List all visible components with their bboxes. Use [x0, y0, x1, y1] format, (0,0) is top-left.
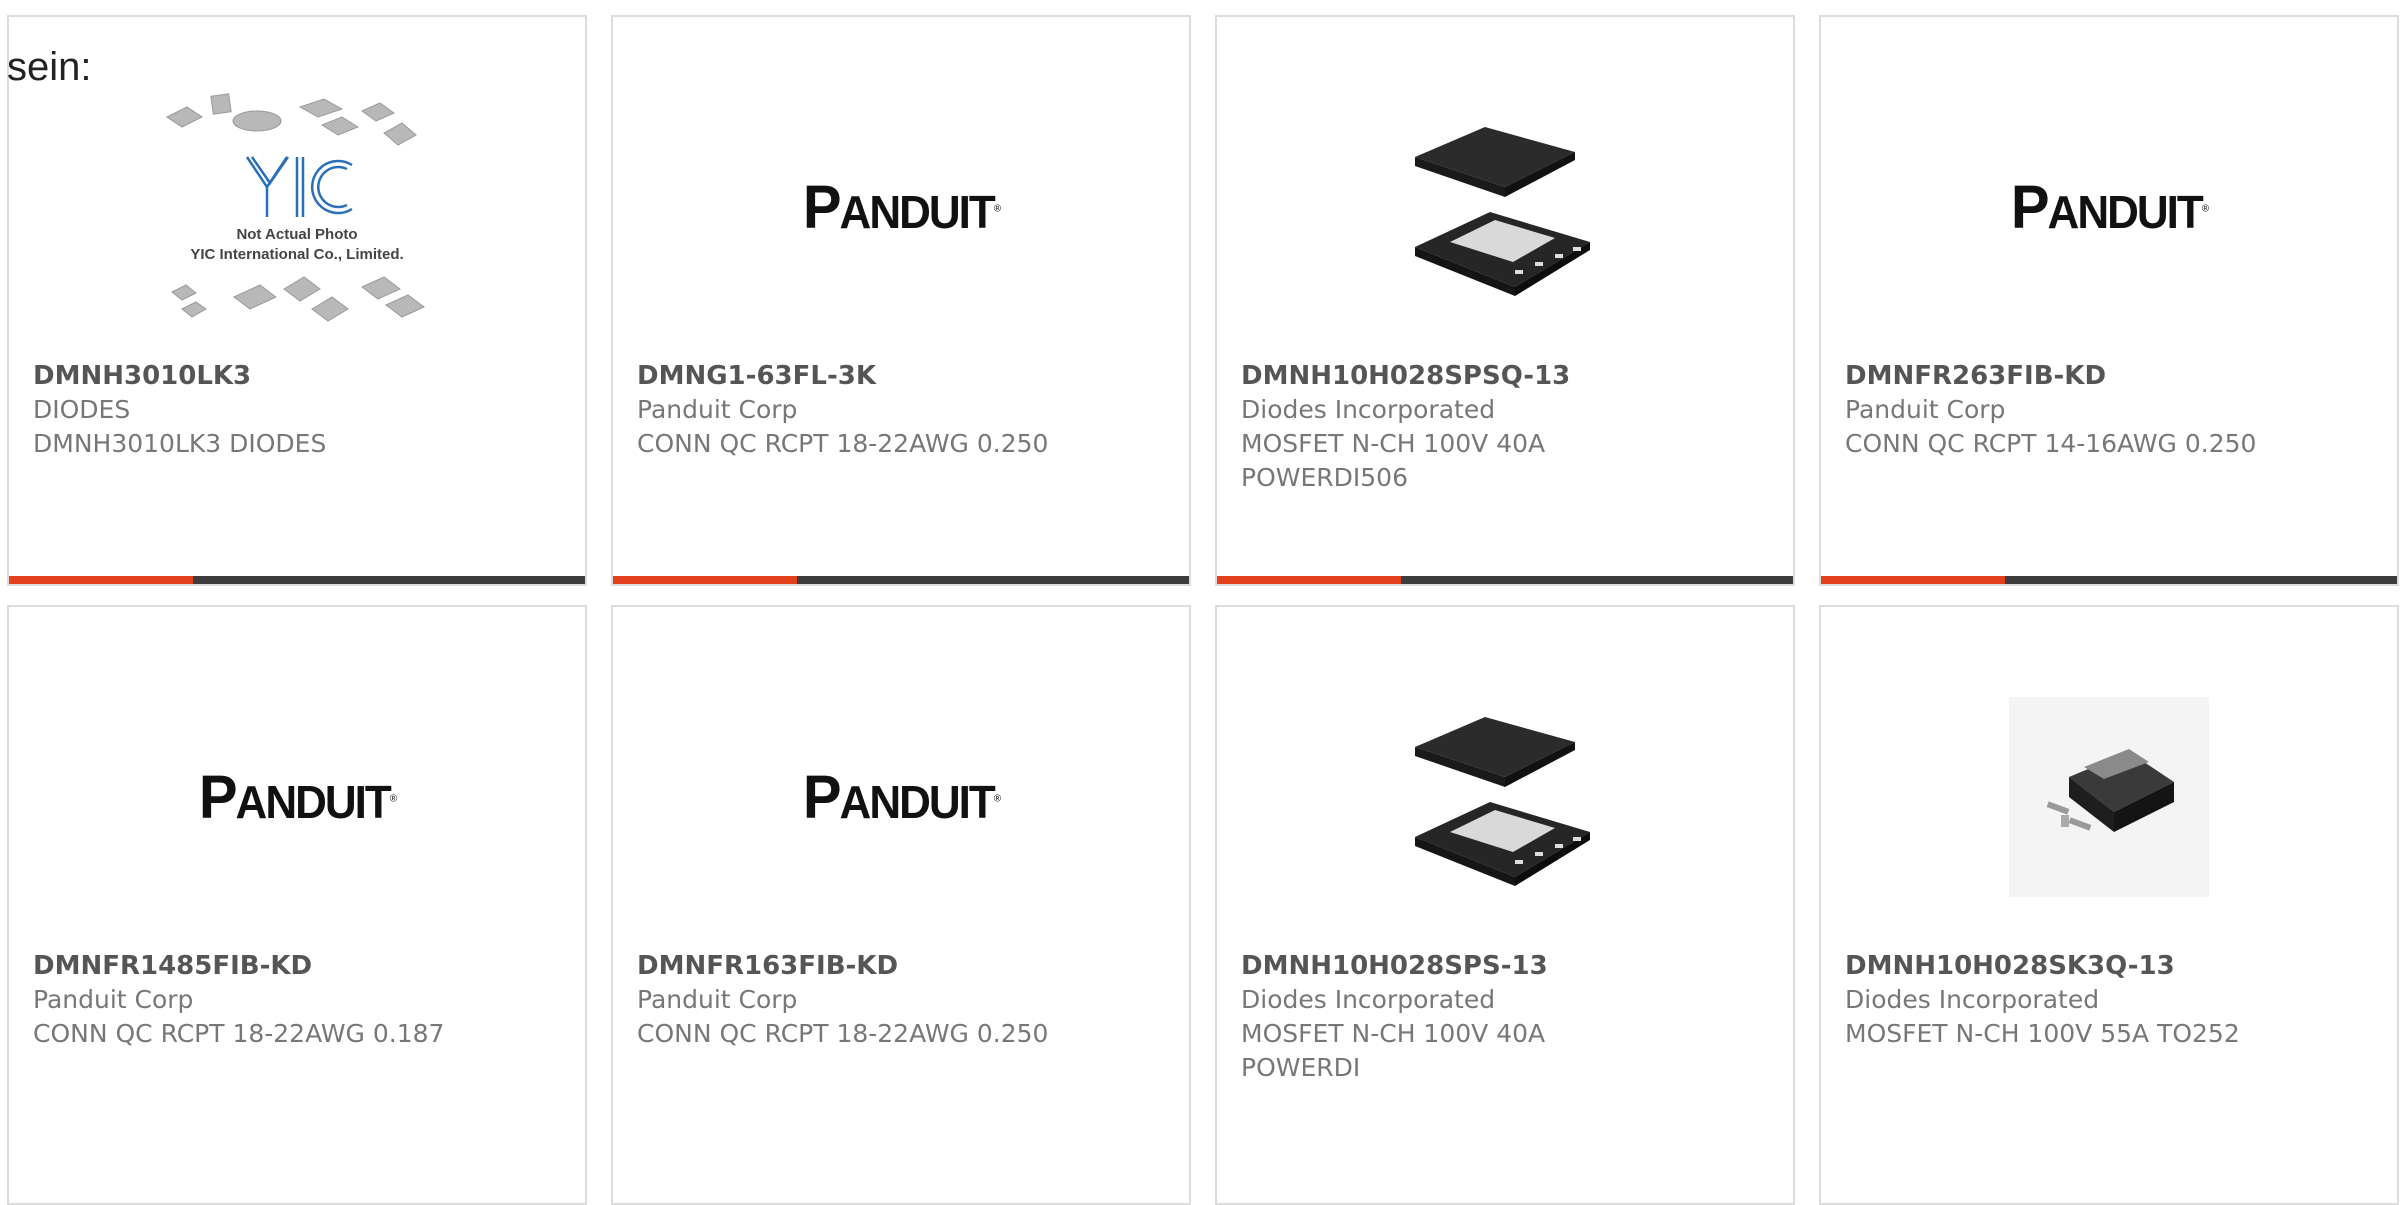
- panduit-logo-icon: PANDUIT®: [802, 172, 1001, 242]
- manufacturer: Panduit Corp: [637, 985, 798, 1014]
- part-number[interactable]: DMNH10H028SK3Q-13: [1845, 949, 2373, 983]
- product-card[interactable]: PANDUIT® DMNFR163FIB-KD Panduit Corp CON…: [611, 605, 1191, 1205]
- description: MOSFET N-CH 100V 40A POWERDI506: [1241, 429, 1546, 492]
- to252-package-icon: [2009, 697, 2209, 897]
- product-card[interactable]: DMNH10H028SPSQ-13 Diodes Incorporated MO…: [1215, 15, 1795, 586]
- product-card[interactable]: DMNH10H028SPS-13 Diodes Incorporated MOS…: [1215, 605, 1795, 1205]
- progress-bar: [9, 576, 585, 584]
- part-number[interactable]: DMNFR263FIB-KD: [1845, 359, 2373, 393]
- product-info: DMNH10H028SPSQ-13 Diodes Incorporated MO…: [1241, 359, 1769, 495]
- product-image: [1821, 647, 2397, 947]
- description: MOSFET N-CH 100V 40A POWERDI: [1241, 1019, 1546, 1082]
- product-card[interactable]: PANDUIT® DMNFR1485FIB-KD Panduit Corp CO…: [7, 605, 587, 1205]
- product-image: PANDUIT®: [613, 57, 1189, 357]
- product-info: DMNFR263FIB-KD Panduit Corp CONN QC RCPT…: [1845, 359, 2373, 461]
- placeholder-line2: YIC International Co., Limited.: [190, 246, 403, 263]
- manufacturer: Diodes Incorporated: [1241, 985, 1496, 1014]
- description: MOSFET N-CH 100V 55A TO252: [1845, 1019, 2240, 1048]
- product-card[interactable]: DMNH10H028SK3Q-13 Diodes Incorporated MO…: [1819, 605, 2399, 1205]
- product-image: [1217, 57, 1793, 357]
- product-card[interactable]: PANDUIT® DMNFR263FIB-KD Panduit Corp CON…: [1819, 15, 2399, 586]
- manufacturer: Panduit Corp: [33, 985, 194, 1014]
- part-number[interactable]: DMNH10H028SPSQ-13: [1241, 359, 1769, 393]
- part-number[interactable]: DMNFR163FIB-KD: [637, 949, 1165, 983]
- description: CONN QC RCPT 18-22AWG 0.187: [33, 1019, 445, 1048]
- product-image-placeholder: Not Actual Photo YIC International Co., …: [9, 57, 585, 357]
- product-info: DMNH3010LK3 DIODES DMNH3010LK3 DIODES: [33, 359, 561, 461]
- description: DMNH3010LK3 DIODES: [33, 429, 327, 458]
- product-info: DMNFR1485FIB-KD Panduit Corp CONN QC RCP…: [33, 949, 561, 1051]
- description: CONN QC RCPT 18-22AWG 0.250: [637, 429, 1049, 458]
- progress-bar: [613, 576, 1189, 584]
- product-image: PANDUIT®: [613, 647, 1189, 947]
- manufacturer: DIODES: [33, 395, 131, 424]
- product-grid: Not Actual Photo YIC International Co., …: [7, 15, 2399, 1205]
- description: CONN QC RCPT 14-16AWG 0.250: [1845, 429, 2257, 458]
- panduit-logo-icon: PANDUIT®: [802, 762, 1001, 832]
- product-info: DMNFR163FIB-KD Panduit Corp CONN QC RCPT…: [637, 949, 1165, 1051]
- product-image: [1217, 647, 1793, 947]
- manufacturer: Diodes Incorporated: [1241, 395, 1496, 424]
- progress-bar: [1821, 576, 2397, 584]
- product-card[interactable]: PANDUIT® DMNG1-63FL-3K Panduit Corp CONN…: [611, 15, 1191, 586]
- panduit-logo-icon: PANDUIT®: [198, 762, 397, 832]
- product-card[interactable]: Not Actual Photo YIC International Co., …: [7, 15, 587, 586]
- powerdi-package-icon: [1415, 717, 1590, 886]
- lead-text: sein:: [7, 45, 92, 89]
- panduit-logo-icon: PANDUIT®: [2010, 172, 2209, 242]
- part-number[interactable]: DMNG1-63FL-3K: [637, 359, 1165, 393]
- progress-bar: [1217, 576, 1793, 584]
- progress-fill: [1217, 576, 1402, 584]
- part-number[interactable]: DMNH3010LK3: [33, 359, 561, 393]
- powerdi-package-icon: [1415, 127, 1590, 296]
- part-number[interactable]: DMNFR1485FIB-KD: [33, 949, 561, 983]
- manufacturer: Panduit Corp: [637, 395, 798, 424]
- product-info: DMNH10H028SK3Q-13 Diodes Incorporated MO…: [1845, 949, 2373, 1051]
- progress-fill: [9, 576, 194, 584]
- part-number[interactable]: DMNH10H028SPS-13: [1241, 949, 1769, 983]
- manufacturer: Panduit Corp: [1845, 395, 2006, 424]
- progress-fill: [613, 576, 798, 584]
- product-info: DMNH10H028SPS-13 Diodes Incorporated MOS…: [1241, 949, 1769, 1085]
- progress-fill: [1821, 576, 2006, 584]
- product-image: PANDUIT®: [1821, 57, 2397, 357]
- product-image: PANDUIT®: [9, 647, 585, 947]
- description: CONN QC RCPT 18-22AWG 0.250: [637, 1019, 1049, 1048]
- manufacturer: Diodes Incorporated: [1845, 985, 2100, 1014]
- product-info: DMNG1-63FL-3K Panduit Corp CONN QC RCPT …: [637, 359, 1165, 461]
- placeholder-line1: Not Actual Photo: [236, 226, 357, 243]
